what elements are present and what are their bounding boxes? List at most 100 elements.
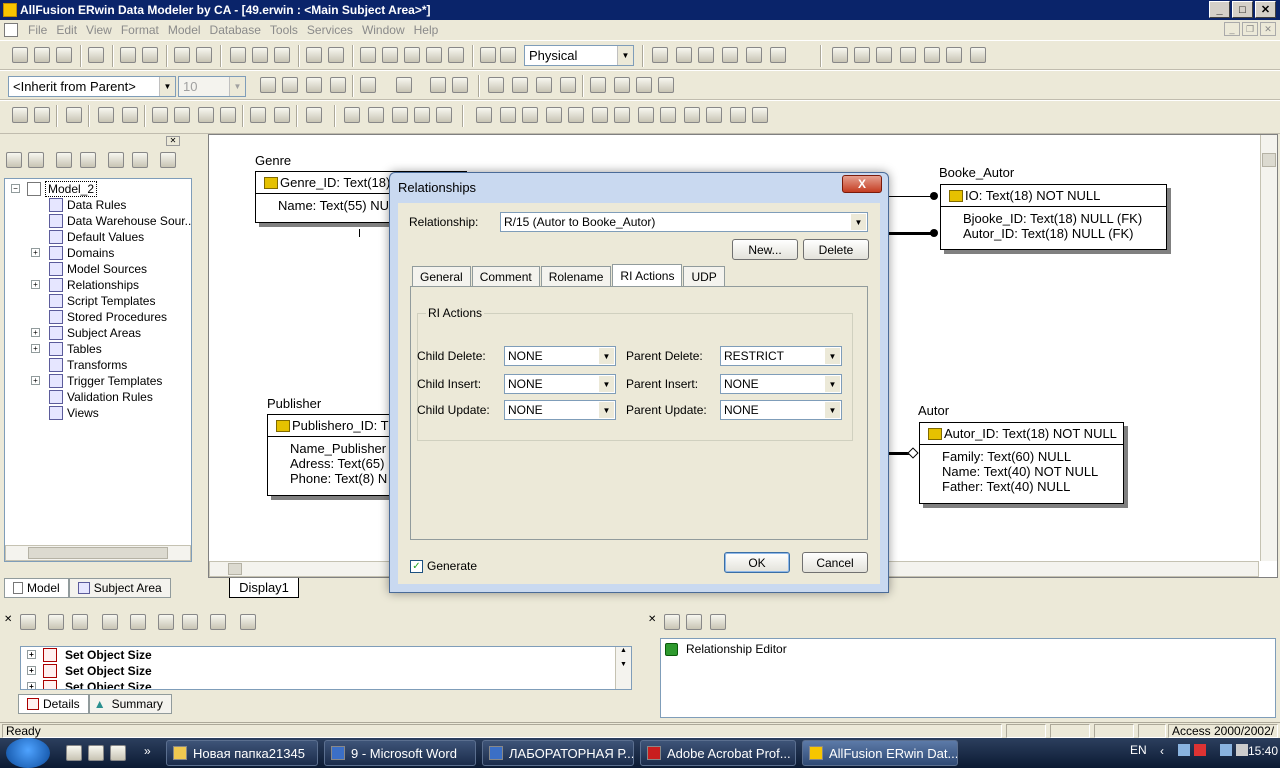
line-tool-icon[interactable]	[900, 47, 916, 63]
strikeout-icon[interactable]	[330, 77, 346, 93]
entity-tool-icon[interactable]	[676, 47, 692, 63]
tree-item-model-sources[interactable]: Model Sources	[31, 261, 147, 277]
tab-rolename[interactable]: Rolename	[540, 266, 612, 286]
tree-item-relationships[interactable]: + Relationships	[31, 277, 139, 293]
layout-tree-icon[interactable]	[436, 107, 452, 123]
find-icon[interactable]	[120, 47, 136, 63]
tab-details[interactable]: Details	[18, 694, 89, 714]
font-size-select[interactable]: 10 ▼	[178, 76, 246, 97]
log-properties-icon[interactable]	[130, 614, 146, 630]
log-redo-to-icon[interactable]	[182, 614, 198, 630]
eraser-icon[interactable]	[946, 47, 962, 63]
properties-icon[interactable]	[274, 47, 290, 63]
relationship-line[interactable]	[889, 196, 935, 197]
layout-undo-icon[interactable]	[730, 107, 746, 123]
mart-library-icon[interactable]	[220, 107, 236, 123]
cancel-button[interactable]: Cancel	[802, 552, 868, 573]
relationship-line[interactable]	[359, 229, 360, 237]
chevron-down-icon[interactable]: ▼	[599, 348, 614, 364]
model-merge-icon[interactable]	[250, 107, 266, 123]
space-vertical-icon[interactable]	[614, 77, 630, 93]
doc-close-button[interactable]: ✕	[1260, 22, 1276, 36]
delete-relationship-button[interactable]: Delete	[803, 239, 869, 260]
line-color-icon[interactable]	[430, 77, 446, 93]
close-window-button[interactable]: ✕	[1255, 1, 1276, 18]
menu-edit[interactable]: Edit	[56, 23, 86, 37]
parent-update-select[interactable]: NONE ▼	[720, 400, 842, 420]
list-item[interactable]: + Set Object Size	[21, 663, 631, 679]
tab-display1[interactable]: Display1	[229, 578, 299, 598]
save-icon[interactable]	[56, 47, 72, 63]
canvas-vertical-scrollbar[interactable]	[1260, 135, 1277, 561]
rectangle-tool-icon[interactable]	[832, 47, 848, 63]
tray-volume-icon[interactable]	[1236, 744, 1248, 756]
explorer-properties-icon[interactable]	[56, 152, 72, 168]
many-to-many-icon[interactable]	[746, 47, 762, 63]
check-in-icon[interactable]	[98, 107, 114, 123]
chevron-down-icon[interactable]: ▼	[599, 402, 614, 418]
align-top-icon[interactable]	[560, 77, 576, 93]
reverse-engineer-icon[interactable]	[196, 47, 212, 63]
layout-top-down-icon[interactable]	[522, 107, 538, 123]
scroll-thumb[interactable]	[228, 563, 242, 575]
check-out-icon[interactable]	[122, 107, 138, 123]
start-button[interactable]	[6, 738, 50, 768]
menu-model[interactable]: Model	[168, 23, 210, 37]
stop-icon[interactable]	[328, 47, 344, 63]
tray-expand-icon[interactable]: ‹	[1160, 744, 1164, 758]
zoom-out-icon[interactable]	[382, 47, 398, 63]
tree-item-data-warehouse-sources[interactable]: Data Warehouse Sour...	[31, 213, 191, 229]
zoom-normal-icon[interactable]	[448, 47, 464, 63]
back-icon[interactable]	[6, 152, 22, 168]
log-find-icon[interactable]	[48, 614, 64, 630]
space-horizontal-icon[interactable]	[590, 77, 606, 93]
doc-restore-button[interactable]: ❐	[1242, 22, 1258, 36]
chevron-down-icon[interactable]: ▼	[825, 402, 840, 418]
document-system-icon[interactable]	[4, 23, 18, 37]
tree-item-views[interactable]: Views	[31, 405, 99, 421]
task-erwin[interactable]: AllFusion ERwin Dat...	[802, 740, 958, 766]
tab-udp[interactable]: UDP	[683, 266, 725, 286]
tray-security-icon[interactable]	[1194, 744, 1206, 756]
layout-symmetric-icon[interactable]	[414, 107, 430, 123]
tree-item-default-values[interactable]: Default Values	[31, 229, 144, 245]
clock[interactable]: 15:40	[1248, 744, 1278, 758]
menu-tools[interactable]: Tools	[270, 23, 307, 37]
transaction-begin-icon[interactable]	[12, 107, 28, 123]
list-item[interactable]: Relationship Editor	[665, 642, 787, 656]
tree-horizontal-scrollbar[interactable]	[5, 545, 191, 561]
text-tool-icon[interactable]	[970, 47, 986, 63]
expand-icon[interactable]: +	[27, 650, 36, 659]
quicklaunch-window-icon[interactable]	[88, 745, 104, 761]
print-icon[interactable]	[88, 47, 104, 63]
checkmark-icon[interactable]: ✓	[410, 559, 423, 573]
layout-diamond-icon[interactable]	[706, 107, 722, 123]
menu-database[interactable]: Database	[210, 23, 270, 37]
open-icon[interactable]	[34, 47, 50, 63]
align-right-icon[interactable]	[536, 77, 552, 93]
tray-monitor-icon[interactable]	[1220, 744, 1232, 756]
zoom-all-icon[interactable]	[426, 47, 442, 63]
maximize-button[interactable]: □	[1232, 1, 1253, 18]
layout-route-split-icon[interactable]	[660, 107, 676, 123]
expand-icon[interactable]: +	[31, 248, 40, 257]
ellipse-tool-icon[interactable]	[876, 47, 892, 63]
task-acrobat[interactable]: Adobe Acrobat Prof...	[640, 740, 796, 766]
font-style-select[interactable]: <Inherit from Parent> ▼	[8, 76, 176, 97]
tree-item-validation-rules[interactable]: Validation Rules	[31, 389, 153, 405]
transaction-end-icon[interactable]	[34, 107, 50, 123]
panel-close-icon[interactable]: ✕	[166, 136, 180, 146]
editor-help-icon[interactable]	[710, 614, 726, 630]
menu-view[interactable]: View	[86, 23, 121, 37]
layout-circular-icon[interactable]	[368, 107, 384, 123]
display-level-icon[interactable]	[480, 47, 496, 63]
expand-icon[interactable]: +	[31, 328, 40, 337]
menu-file[interactable]: File	[28, 23, 56, 37]
log-undo-to-icon[interactable]	[158, 614, 174, 630]
expand-icon[interactable]: +	[27, 682, 36, 689]
entity-autor[interactable]: Autor_ID: Text(18) NOT NULL Family: Text…	[919, 422, 1124, 504]
align-left-icon[interactable]	[488, 77, 504, 93]
pointer-tool-icon[interactable]	[652, 47, 668, 63]
tab-ri-actions[interactable]: RI Actions	[612, 264, 683, 286]
expand-icon[interactable]: +	[31, 344, 40, 353]
